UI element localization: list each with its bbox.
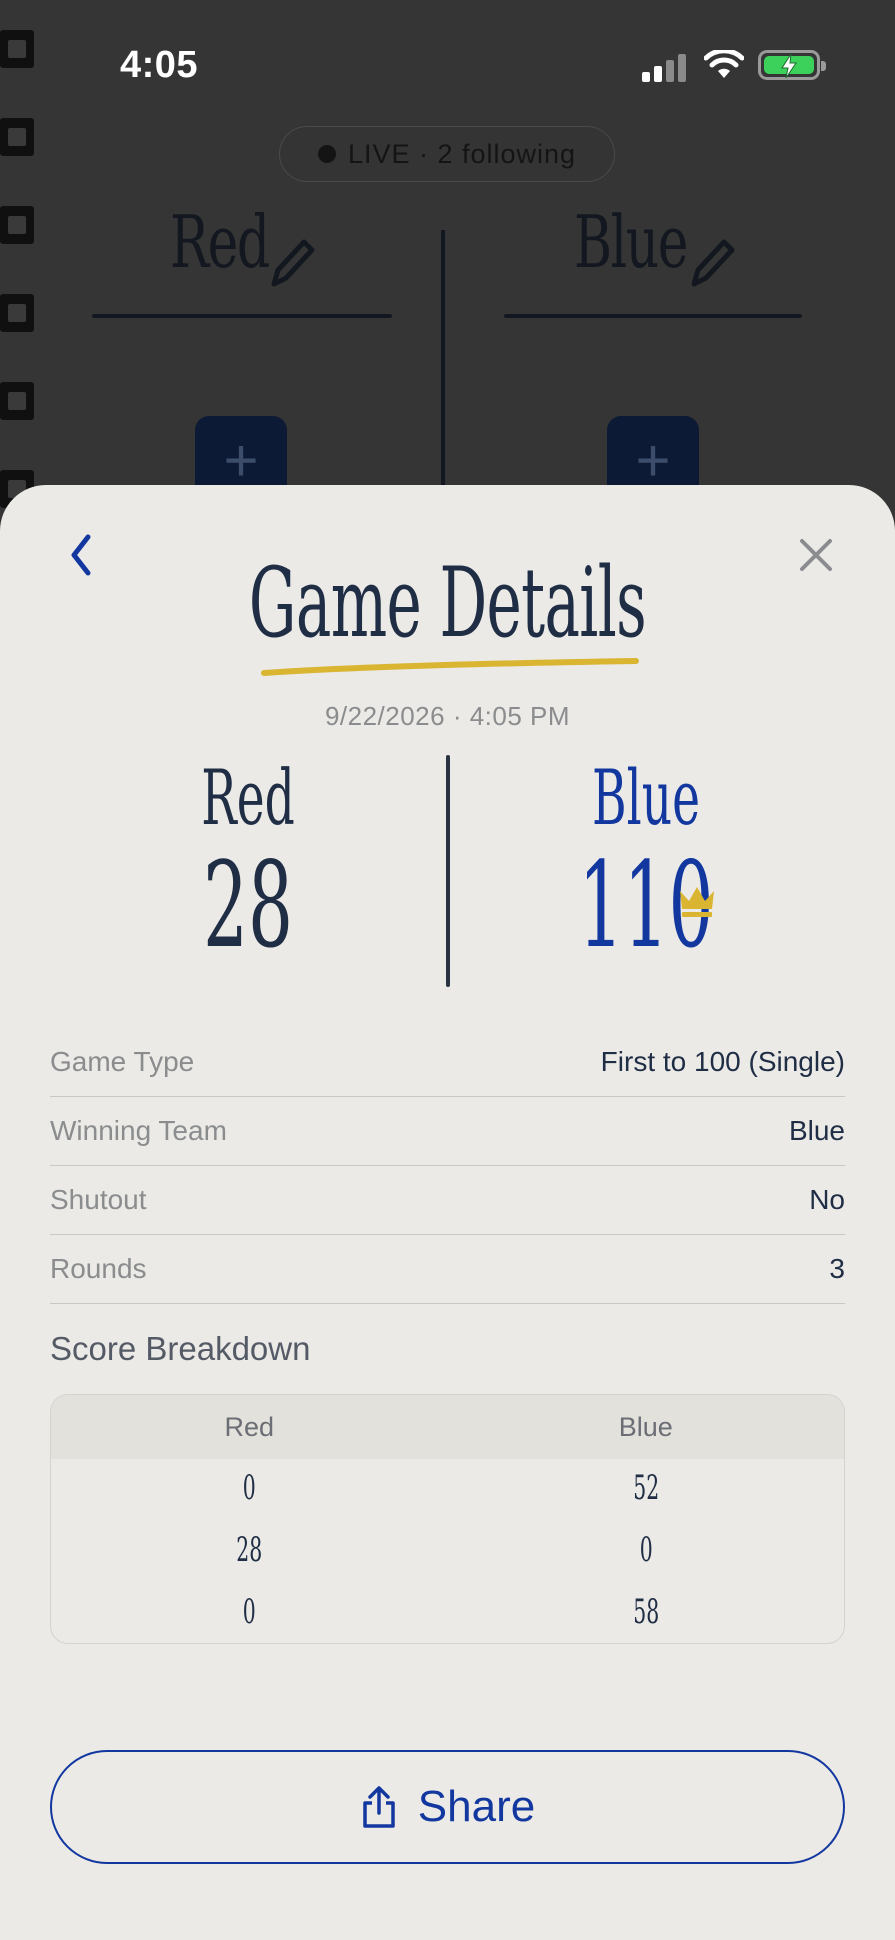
live-dot-icon	[317, 145, 336, 163]
live-text: LIVE · 2 following	[347, 138, 577, 169]
table-row: 0 58	[51, 1583, 844, 1643]
back-chevron-icon[interactable]	[62, 525, 102, 585]
column-header-red: Red	[224, 1412, 275, 1442]
detail-label: Game Type	[50, 1046, 195, 1077]
team-name-red: Red	[201, 753, 295, 842]
close-icon[interactable]	[796, 525, 836, 585]
team-score-blue: Blue 110	[496, 753, 796, 974]
detail-label: Winning Team	[50, 1115, 227, 1146]
signal-icon	[642, 54, 688, 82]
score-breakdown-title: Score Breakdown	[50, 1330, 311, 1367]
ring	[0, 206, 34, 244]
detail-label: Shutout	[50, 1184, 147, 1215]
pencil-icon[interactable]	[266, 236, 316, 290]
table-cell: 58	[632, 1592, 659, 1632]
detail-value: Blue	[788, 1115, 845, 1146]
team-score-red: Red 28	[98, 753, 398, 974]
table-header: Red Blue	[51, 1395, 844, 1459]
crown-icon	[680, 887, 714, 917]
team-name-blue: Blue	[592, 753, 700, 842]
ring	[0, 294, 34, 332]
table-cell: 52	[632, 1468, 659, 1508]
page-title: Game Details	[248, 547, 647, 659]
team-score-value-red: 28	[202, 836, 294, 974]
table-cell: 0	[639, 1530, 653, 1570]
score-breakdown-table: Red Blue 0 52 28 0 0 58	[50, 1394, 845, 1644]
status-time: 4:05	[120, 44, 199, 86]
pencil-icon[interactable]	[686, 236, 736, 290]
bg-team-red-name[interactable]: Red	[170, 200, 270, 284]
detail-value: 3	[829, 1253, 845, 1284]
game-details-sheet: Game Details 9/22/2026 · 4:05 PM Red 28 …	[0, 485, 895, 1940]
screen: 4:05 LIVE · 2 following Red Blue + + Gam…	[0, 0, 895, 1940]
detail-value: First to 100 (Single)	[600, 1046, 845, 1077]
live-indicator[interactable]: LIVE · 2 following	[279, 126, 615, 182]
detail-label: Rounds	[50, 1253, 147, 1284]
ring	[0, 382, 34, 420]
wifi-icon	[704, 50, 744, 78]
detail-row-winning-team: Winning Team Blue	[50, 1097, 845, 1166]
title-underline	[261, 658, 639, 676]
detail-row-game-type: Game Type First to 100 (Single)	[50, 1028, 845, 1097]
status-bar: 4:05	[0, 0, 895, 130]
detail-row-shutout: Shutout No	[50, 1166, 845, 1235]
column-header-blue: Blue	[618, 1412, 673, 1442]
table-row: 0 52	[51, 1459, 844, 1521]
bg-team-blue-name[interactable]: Blue	[574, 200, 688, 284]
detail-value: No	[809, 1184, 845, 1215]
share-icon	[363, 1786, 395, 1828]
table-cell: 0	[242, 1592, 256, 1632]
share-button[interactable]: Share	[50, 1750, 845, 1864]
table-cell: 28	[236, 1530, 263, 1570]
game-datetime: 9/22/2026 · 4:05 PM	[324, 701, 571, 731]
share-label: Share	[417, 1782, 536, 1831]
battery-charging-icon	[758, 50, 826, 80]
bg-underline	[92, 314, 392, 318]
table-cell: 0	[242, 1468, 256, 1508]
score-divider	[446, 755, 450, 987]
detail-row-rounds: Rounds 3	[50, 1235, 845, 1304]
bg-underline	[504, 314, 802, 318]
table-row: 28 0	[51, 1521, 844, 1583]
scoreboard-background: 4:05 LIVE · 2 following Red Blue + +	[0, 0, 895, 530]
